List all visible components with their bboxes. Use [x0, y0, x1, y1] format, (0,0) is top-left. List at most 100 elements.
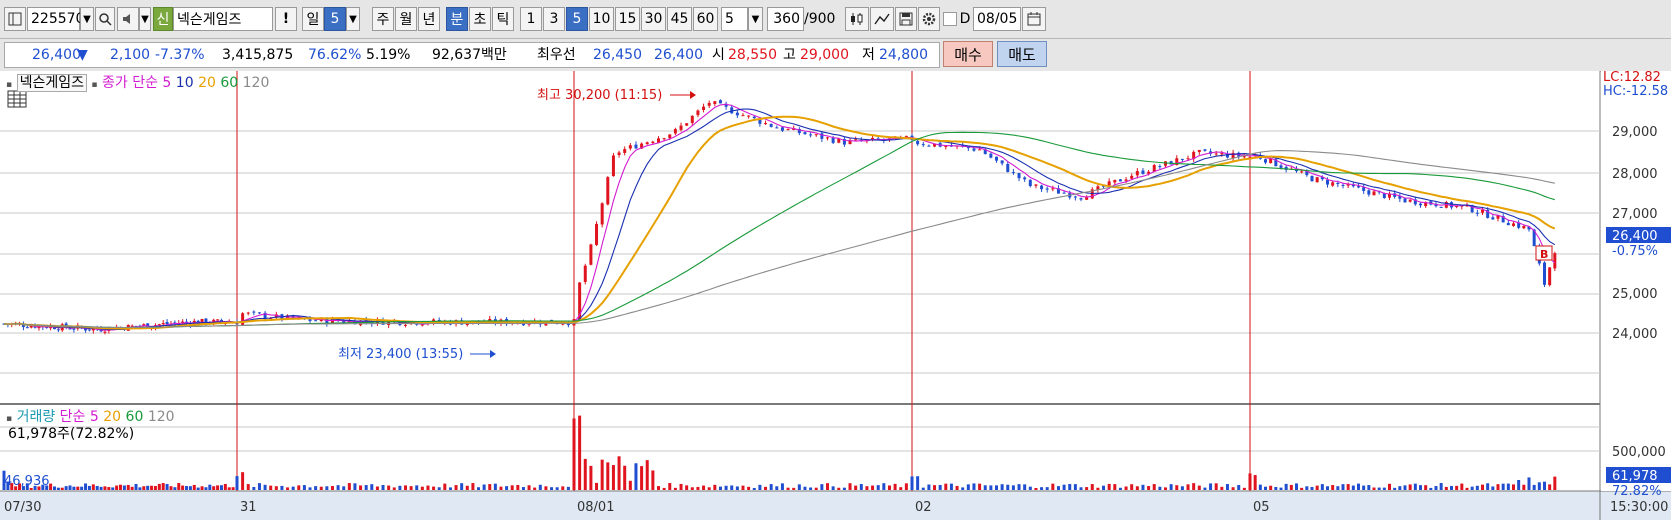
panel-toggle-icon[interactable]	[4, 7, 26, 31]
volume-bar	[1169, 484, 1173, 490]
stock-code-input[interactable]: 225570	[27, 7, 84, 31]
volume-bar	[1512, 484, 1515, 490]
volume-bar	[611, 465, 615, 490]
volume-bar	[398, 485, 402, 490]
interval-1[interactable]: 1	[520, 7, 542, 31]
interval-30[interactable]: 30	[641, 7, 666, 31]
view-count-input[interactable]: 360	[767, 7, 804, 31]
day-dropdown-icon[interactable]: ▼	[346, 7, 360, 31]
volume-bar	[944, 483, 948, 490]
search-icon[interactable]	[95, 7, 115, 31]
chart-area[interactable]: 최고 30,200 (11:15) 최저 23,400 (13:55) B LC…	[0, 70, 1671, 520]
candle-body	[1186, 158, 1190, 160]
candle-body	[25, 327, 29, 329]
current-pct-tag: -0.75%	[1612, 244, 1658, 259]
volume-bar	[1377, 487, 1381, 490]
tab-day[interactable]: 일	[302, 7, 324, 31]
volume-bar	[415, 485, 419, 490]
tab-second[interactable]: 초	[469, 7, 491, 31]
chevron-down-icon[interactable]: ▼	[80, 7, 94, 31]
interval-5[interactable]: 5	[566, 7, 588, 31]
price-volume-chart[interactable]: 최고 30,200 (11:15) 최저 23,400 (13:55) B LC…	[0, 70, 1671, 520]
volume-bar	[758, 484, 762, 490]
volume-bar	[978, 483, 982, 490]
legend-ma120: 120	[242, 75, 270, 91]
volume-bar	[169, 486, 173, 490]
date-input[interactable]: 08/05	[973, 7, 1021, 31]
volume-bar	[1527, 477, 1531, 490]
volume-bar	[1553, 476, 1557, 490]
save-icon[interactable]	[895, 7, 917, 31]
volume-bar	[927, 484, 931, 490]
speaker-dropdown-icon[interactable]: ▼	[139, 7, 151, 31]
speaker-icon[interactable]	[117, 7, 139, 31]
volume-bar	[628, 480, 632, 490]
buy-button[interactable]: 매수	[943, 41, 993, 67]
volume-bar	[1274, 486, 1278, 490]
candle-body	[628, 145, 632, 149]
interval-45[interactable]: 45	[667, 7, 692, 31]
volume-bar	[1429, 487, 1433, 490]
volume-bar	[1107, 483, 1111, 490]
grid-table-icon[interactable]	[7, 90, 27, 108]
candle-body	[1034, 184, 1038, 186]
candle-body	[690, 115, 694, 123]
volume-bar	[983, 485, 987, 490]
line-tool-icon[interactable]	[870, 7, 894, 31]
date-checkbox[interactable]	[943, 12, 957, 26]
volume-bar	[1006, 484, 1010, 490]
count-dropdown-icon[interactable]: ▼	[748, 7, 763, 31]
tab-minute[interactable]: 분	[446, 7, 468, 31]
candle-body	[1372, 191, 1376, 196]
volume-bar	[314, 486, 318, 490]
volume-bar	[1367, 485, 1371, 490]
calendar-icon[interactable]	[1022, 7, 1046, 31]
volume-bar	[1231, 487, 1235, 490]
down-arrow-icon: ▼	[77, 47, 88, 63]
alert-button[interactable]: !	[275, 7, 297, 31]
sell-button[interactable]: 매도	[997, 41, 1047, 67]
legend-ma-label[interactable]: 종가 단순	[102, 75, 158, 91]
candle-body	[1543, 262, 1546, 285]
candle-body	[927, 145, 931, 147]
y-tick-29000: 29,000	[1612, 125, 1658, 140]
volume-bar	[409, 486, 413, 490]
volume-bar	[1393, 487, 1397, 490]
volume-bar	[1543, 481, 1546, 490]
volume-bar	[185, 486, 189, 490]
volume-bar	[645, 460, 649, 490]
volume-bar	[724, 485, 728, 490]
volume-bar	[1506, 483, 1510, 490]
candle-body	[944, 145, 948, 147]
candle-body	[161, 323, 165, 325]
volume-bar	[342, 486, 346, 490]
candle-body	[780, 127, 784, 131]
interval-60[interactable]: 60	[693, 7, 718, 31]
x-label-31: 31	[240, 500, 257, 515]
volume-bar	[1475, 485, 1479, 490]
volume-bar	[651, 470, 655, 490]
volume-bar	[488, 484, 492, 490]
candle-icon[interactable]	[845, 7, 869, 31]
stock-name-field[interactable]: 넥슨게임즈	[173, 7, 273, 31]
day-count[interactable]: 5	[324, 7, 346, 31]
legend-stock-name[interactable]: 넥슨게임즈	[16, 74, 87, 92]
interval-15[interactable]: 15	[615, 7, 640, 31]
gear-icon[interactable]	[918, 7, 940, 31]
interval-10[interactable]: 10	[589, 7, 614, 31]
volume-bar	[95, 485, 99, 490]
tab-week[interactable]: 주	[372, 7, 394, 31]
volume-bar	[1180, 486, 1184, 490]
volume-bar	[1537, 482, 1541, 490]
tab-year[interactable]: 년	[418, 7, 440, 31]
candle-body	[1011, 172, 1015, 174]
candle-body	[1512, 223, 1515, 226]
volume-bar	[1501, 483, 1505, 490]
interval-3[interactable]: 3	[543, 7, 565, 31]
volume-bar	[426, 485, 430, 490]
tab-month[interactable]: 월	[395, 7, 417, 31]
tab-tick[interactable]: 틱	[492, 7, 514, 31]
count-input[interactable]: 5	[721, 7, 748, 31]
candle-body	[1197, 149, 1201, 152]
volume-bar	[359, 485, 363, 490]
